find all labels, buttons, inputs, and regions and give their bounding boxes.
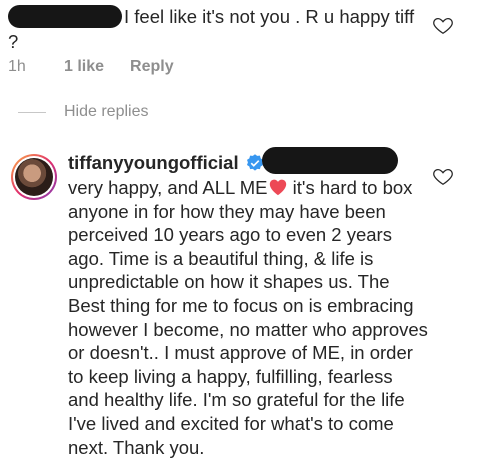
comment-meta: 1h 1 like Reply bbox=[8, 58, 174, 76]
red-heart-icon bbox=[269, 179, 286, 196]
redacted-mention bbox=[262, 147, 398, 174]
avatar-photo bbox=[15, 158, 53, 196]
avatar[interactable] bbox=[11, 154, 57, 200]
redacted-username bbox=[8, 5, 122, 28]
reply-header: tiffanyyoungofficial bbox=[68, 150, 265, 176]
comment-likes[interactable]: 1 like bbox=[64, 58, 104, 76]
heart-outline-icon[interactable] bbox=[432, 165, 454, 187]
hide-replies-button[interactable]: Hide replies bbox=[18, 103, 148, 121]
divider-line bbox=[18, 111, 46, 113]
reply-button[interactable]: Reply bbox=[130, 58, 174, 76]
comment-time: 1h bbox=[8, 58, 26, 75]
hide-replies-label: Hide replies bbox=[64, 103, 149, 120]
heart-outline-icon[interactable] bbox=[432, 14, 454, 36]
reply-username[interactable]: tiffanyyoungofficial bbox=[68, 152, 239, 174]
reply-body: very happy, and ALL ME it's hard to box … bbox=[68, 177, 428, 458]
comment-text: I feel like it's not you . R u happy tif… bbox=[8, 4, 420, 54]
